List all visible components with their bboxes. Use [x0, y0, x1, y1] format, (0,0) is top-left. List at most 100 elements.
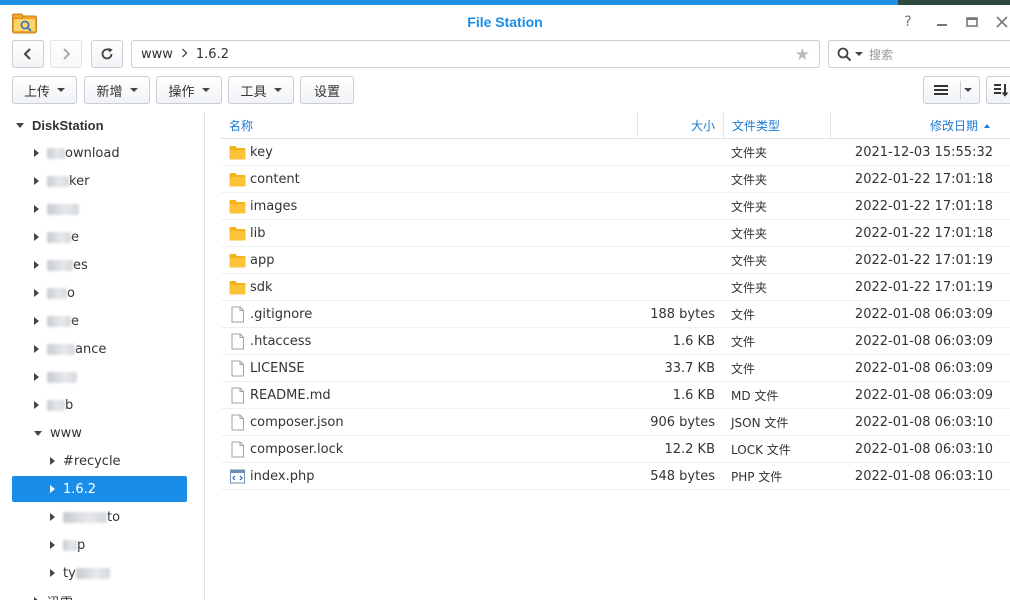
file-size: 906 bytes: [650, 414, 715, 430]
file-row[interactable]: sdk 文件夹 2022-01-22 17:01:19: [221, 274, 1010, 301]
minimize-icon[interactable]: [934, 14, 950, 30]
file-row[interactable]: app 文件夹 2022-01-22 17:01:19: [221, 247, 1010, 274]
view-mode-chevron-down-icon[interactable]: [964, 88, 972, 92]
settings-button[interactable]: 设置: [300, 76, 354, 104]
expand-chevron-right-icon[interactable]: [34, 317, 39, 325]
chevron-down-icon: [201, 88, 210, 92]
expand-chevron-right-icon[interactable]: [34, 233, 39, 241]
expand-chevron-right-icon[interactable]: [50, 541, 55, 549]
file-row[interactable]: .gitignore 188 bytes 文件 2022-01-08 06:03:09: [221, 301, 1010, 328]
file-modified: 2022-01-08 06:03:10: [854, 441, 993, 457]
sidebar-item[interactable]: [12, 364, 187, 390]
sidebar-item[interactable]: o: [12, 280, 187, 306]
redacted-text: [47, 231, 71, 243]
sidebar-item-label: www: [50, 425, 82, 441]
sidebar-item[interactable]: b: [12, 392, 187, 418]
file-modified: 2022-01-08 06:03:10: [854, 468, 993, 484]
expand-chevron-right-icon[interactable]: [50, 513, 55, 521]
expand-chevron-right-icon[interactable]: [50, 457, 55, 465]
file-row[interactable]: composer.lock 12.2 KB LOCK 文件 2022-01-08 06…: [221, 436, 1010, 463]
new-button[interactable]: 新增: [84, 76, 150, 104]
file-name-cell: README.md: [221, 387, 637, 404]
sidebar-item[interactable]: ance: [12, 336, 187, 362]
redacted-text: [47, 259, 73, 271]
file-type: 文件夹: [731, 226, 768, 241]
expand-chevron-right-icon[interactable]: [34, 289, 39, 297]
file-name: .htaccess: [250, 333, 312, 349]
code-file-icon: [229, 468, 250, 485]
file-row[interactable]: content 文件夹 2022-01-22 17:01:18: [221, 166, 1010, 193]
expand-chevron-right-icon[interactable]: [34, 261, 39, 269]
sidebar-item[interactable]: ker: [12, 168, 187, 194]
chevron-down-icon: [57, 88, 65, 92]
favorite-star-icon[interactable]: ★: [795, 45, 810, 65]
tools-button[interactable]: 工具: [228, 76, 294, 104]
search-input[interactable]: 搜索: [869, 46, 893, 63]
file-row[interactable]: README.md 1.6 KB MD 文件 2022-01-08 06:03:09: [221, 382, 1010, 409]
file-row[interactable]: key 文件夹 2021-12-03 15:55:32: [221, 139, 1010, 166]
expand-chevron-right-icon[interactable]: [34, 149, 39, 157]
file-size: 12.2 KB: [664, 441, 715, 457]
file-row[interactable]: .htaccess 1.6 KB 文件 2022-01-08 06:03:09: [221, 328, 1010, 355]
search-options-chevron-down-icon[interactable]: [855, 52, 863, 56]
file-row[interactable]: index.php 548 bytes PHP 文件 2022-01-08 06:03…: [221, 463, 1010, 490]
upload-button[interactable]: 上传: [12, 76, 77, 104]
expand-chevron-right-icon[interactable]: [34, 205, 39, 213]
column-header-size[interactable]: 大小: [638, 112, 724, 139]
path-bar[interactable]: www 1.6.2 ★: [131, 40, 820, 68]
sidebar-item-label: #recycle: [63, 453, 121, 469]
folder-icon: [229, 199, 250, 214]
sidebar-item[interactable]: 迅雷: [12, 588, 187, 600]
column-header-modified[interactable]: 修改日期: [831, 112, 1010, 139]
column-header-type[interactable]: 文件类型: [724, 112, 831, 139]
help-icon[interactable]: ?: [900, 14, 916, 30]
search-icon[interactable]: [837, 47, 852, 62]
path-segment-www[interactable]: www: [141, 47, 173, 62]
expand-chevron-right-icon[interactable]: [34, 401, 39, 409]
sidebar-item[interactable]: e: [12, 308, 187, 334]
sidebar-item-label: 1.6.2: [63, 481, 97, 497]
expand-chevron-right-icon[interactable]: [50, 485, 55, 493]
expand-chevron-right-icon[interactable]: [50, 569, 55, 577]
file-name: LICENSE: [250, 360, 305, 376]
file-row[interactable]: composer.json 906 bytes JSON 文件 2022-01-08 …: [221, 409, 1010, 436]
expand-chevron-right-icon[interactable]: [34, 177, 39, 185]
action-button[interactable]: 操作: [156, 76, 222, 104]
file-row[interactable]: lib 文件夹 2022-01-22 17:01:18: [221, 220, 1010, 247]
refresh-button[interactable]: [91, 40, 123, 68]
expand-chevron-down-icon[interactable]: [16, 122, 24, 128]
expand-chevron-right-icon[interactable]: [34, 373, 39, 381]
tree-root-diskstation[interactable]: DiskStation: [12, 112, 187, 138]
sort-button[interactable]: [986, 76, 1010, 104]
sidebar-item[interactable]: e: [12, 224, 187, 250]
sort-ascending-icon: [984, 123, 990, 128]
sidebar-item[interactable]: es: [12, 252, 187, 278]
redacted-text: [47, 287, 67, 299]
redacted-text: [47, 175, 69, 187]
sidebar-item-label: to: [107, 509, 121, 525]
file-list-header: 名称 大小 文件类型 修改日期: [221, 112, 1010, 139]
file-row[interactable]: LICENSE 33.7 KB 文件 2022-01-08 06:03:09: [221, 355, 1010, 382]
sidebar-item[interactable]: p: [12, 532, 187, 558]
sidebar-item[interactable]: www: [12, 420, 187, 446]
back-button[interactable]: [12, 40, 44, 68]
path-segment-current[interactable]: 1.6.2: [196, 47, 229, 62]
file-name: README.md: [250, 387, 331, 403]
file-row[interactable]: images 文件夹 2022-01-22 17:01:18: [221, 193, 1010, 220]
sidebar-item[interactable]: [12, 196, 187, 222]
expand-chevron-right-icon[interactable]: [34, 345, 39, 353]
view-mode-button[interactable]: [923, 76, 980, 104]
search-box[interactable]: 搜索: [828, 40, 1010, 68]
sidebar-item[interactable]: 1.6.2: [12, 476, 187, 502]
maximize-icon[interactable]: [964, 14, 980, 30]
column-header-name[interactable]: 名称: [221, 112, 638, 139]
sidebar-item[interactable]: ty: [12, 560, 187, 586]
sidebar-item[interactable]: #recycle: [12, 448, 187, 474]
forward-button[interactable]: [50, 40, 82, 68]
close-icon[interactable]: [994, 14, 1010, 30]
sidebar-item-label: 迅雷: [47, 592, 73, 600]
expand-chevron-down-icon[interactable]: [34, 430, 42, 436]
file-name: .gitignore: [250, 306, 313, 322]
sidebar-item[interactable]: to: [12, 504, 187, 530]
sidebar-item[interactable]: ownload: [12, 140, 187, 166]
